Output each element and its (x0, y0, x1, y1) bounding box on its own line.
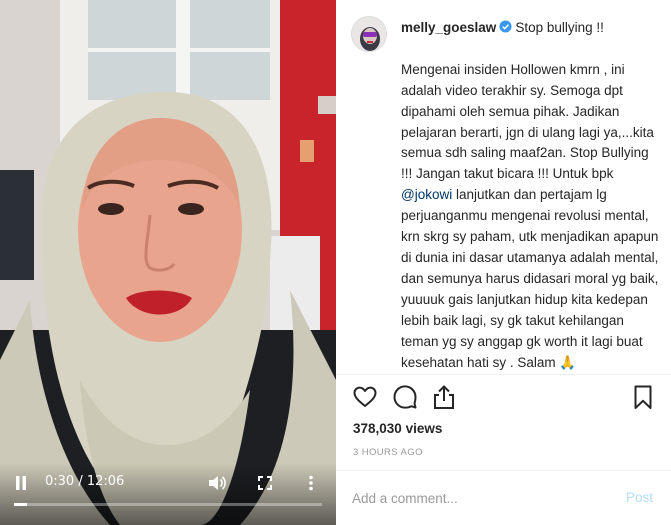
like-button[interactable] (352, 384, 382, 414)
video-controls: 0:30 / 12:06 (0, 463, 336, 525)
verified-badge-icon (499, 20, 512, 33)
post-sidebar: melly_goeslaw Stop bullying !! Mengenai i… (336, 0, 671, 525)
username-link[interactable]: melly_goeslaw (401, 20, 496, 35)
pause-button[interactable] (10, 471, 32, 495)
bookmark-icon (634, 385, 652, 409)
comment-bar: Post (336, 470, 671, 525)
action-bar (336, 384, 671, 416)
view-count-number: 378,030 (353, 421, 402, 436)
caption-text-part2: lanjutkan dan pertajam lg perjuanganmu m… (401, 187, 663, 370)
save-button[interactable] (630, 384, 660, 414)
more-vertical-icon (309, 475, 313, 491)
comment-input[interactable] (352, 488, 602, 508)
video-controls-row: 0:30 / 12:06 (0, 471, 336, 495)
fullscreen-button[interactable] (254, 471, 276, 495)
time-separator: / (74, 474, 87, 489)
post-comment-button[interactable]: Post (626, 490, 653, 505)
post-caption-area: melly_goeslaw Stop bullying !! Mengenai i… (336, 0, 671, 375)
folded-hands-emoji: 🙏 (559, 354, 577, 370)
comment-icon (393, 385, 417, 409)
view-count[interactable]: 378,030 views (353, 421, 442, 436)
video-progress-fill (14, 503, 27, 506)
mention-link[interactable]: @jokowi (401, 187, 452, 202)
fullscreen-icon (258, 476, 272, 490)
share-button[interactable] (431, 384, 461, 414)
volume-icon (209, 476, 226, 490)
more-options-button[interactable] (300, 471, 322, 495)
duration: 12:06 (86, 474, 125, 489)
video-time: 0:30 / 12:06 (45, 474, 124, 489)
video-progress-bar[interactable] (14, 503, 322, 506)
video-player[interactable]: 0:30 / 12:06 (0, 0, 336, 525)
avatar[interactable] (351, 16, 387, 52)
comment-button[interactable] (392, 384, 422, 414)
post-caption: melly_goeslaw Stop bullying !! Mengenai i… (401, 18, 663, 373)
view-count-label: views (401, 421, 443, 436)
post-timestamp[interactable]: 3 HOURS AGO (353, 447, 423, 458)
current-time: 0:30 (45, 474, 75, 489)
volume-button[interactable] (206, 471, 228, 495)
video-frame (0, 0, 336, 525)
share-icon (434, 385, 454, 409)
heart-icon (353, 386, 377, 407)
avatar-image (352, 17, 386, 51)
pause-icon (16, 476, 26, 490)
caption-title: Stop bullying !! (515, 20, 604, 35)
caption-text-part1: Mengenai insiden Hollowen kmrn , ini ada… (401, 61, 658, 182)
